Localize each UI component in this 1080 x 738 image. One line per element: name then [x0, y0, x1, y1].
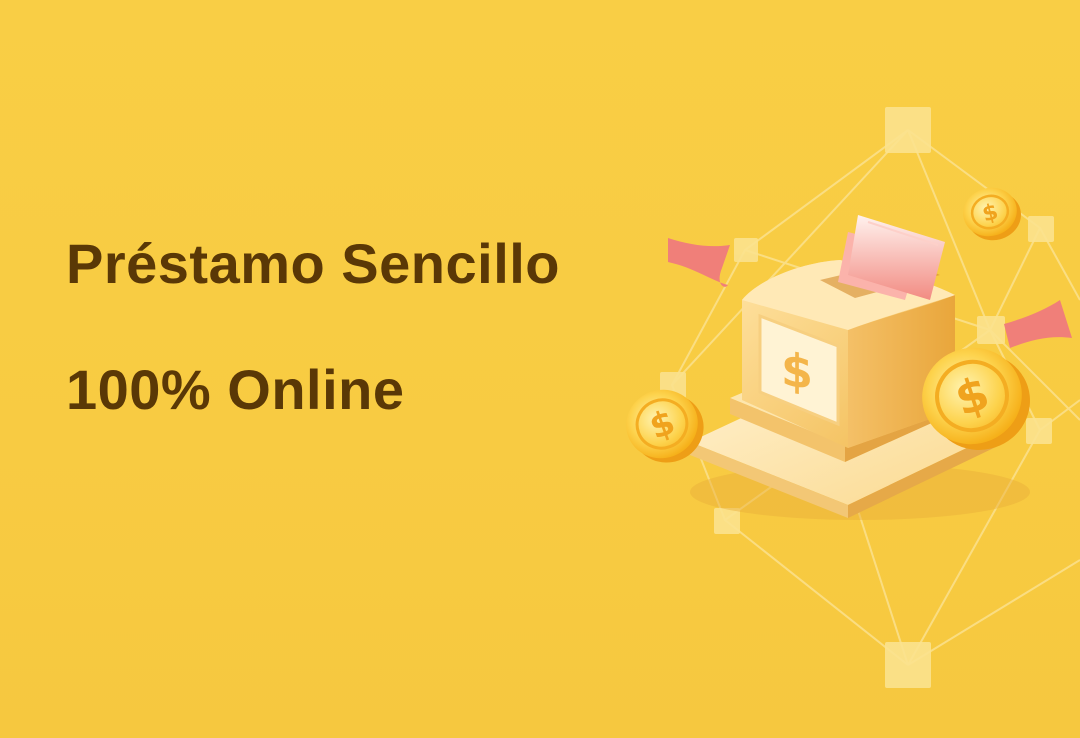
coin-top: $ [963, 187, 1022, 241]
ribbon-right [1004, 300, 1072, 348]
coin-left: $ [626, 389, 704, 463]
cash-register-with-coins-icon: $ $ $ $ [626, 107, 1080, 688]
loan-banner: Préstamo Sencillo 100% Online $ $ $ $ [0, 0, 1080, 738]
ribbon-left [668, 238, 730, 287]
svg-text:$: $ [781, 342, 813, 400]
